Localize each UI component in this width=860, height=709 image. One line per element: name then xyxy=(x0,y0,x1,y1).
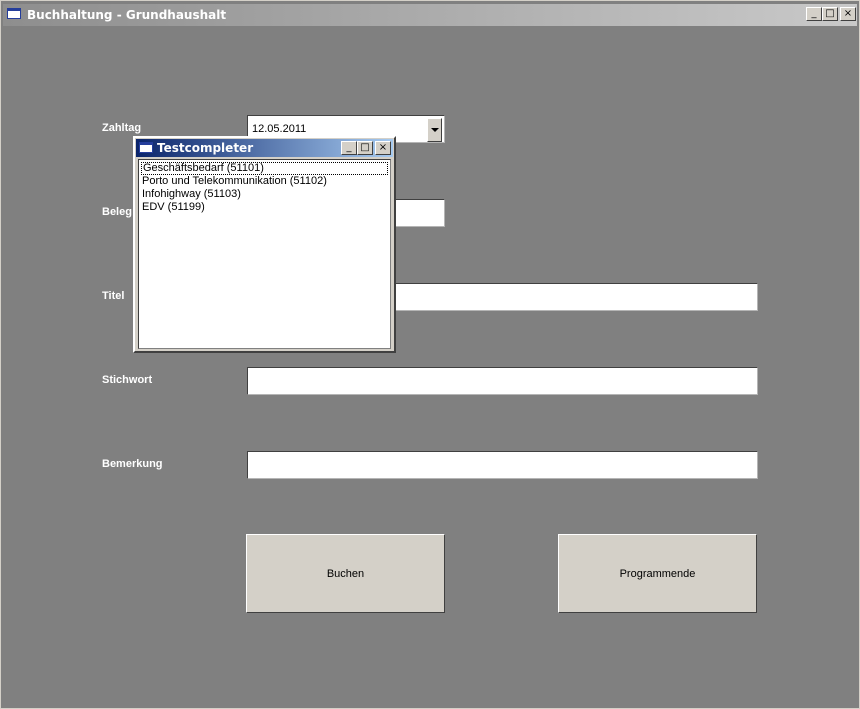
minimize-button[interactable]: _ xyxy=(806,7,822,21)
popup-title: Testcompleter xyxy=(157,141,254,155)
stichwort-field[interactable] xyxy=(247,367,758,395)
popup-close-button[interactable]: × xyxy=(375,141,391,155)
dropdown-arrow-icon[interactable] xyxy=(427,118,442,142)
list-item[interactable]: Infohighway (51103) xyxy=(141,188,241,201)
titel-label: Titel xyxy=(102,290,125,302)
list-item[interactable]: Porto und Telekommunikation (51102) xyxy=(141,175,327,188)
testcompleter-popup: Testcompleter _ □ × Geschäftsbedarf (511… xyxy=(133,136,396,353)
window-title: Buchhaltung - Grundhaushalt xyxy=(27,8,227,22)
main-window: Buchhaltung - Grundhaushalt _ □ × Zahlta… xyxy=(0,0,860,709)
bemerkung-label: Bemerkung xyxy=(102,458,163,470)
popup-maximize-button[interactable]: □ xyxy=(357,141,373,155)
beleg-label: Beleg xyxy=(102,206,132,218)
list-item[interactable]: EDV (51199) xyxy=(141,201,205,214)
popup-title-bar[interactable]: Testcompleter _ □ × xyxy=(136,139,393,157)
buchen-button[interactable]: Buchen xyxy=(246,534,445,613)
zahltag-value: 12.05.2011 xyxy=(252,123,307,135)
zahltag-label: Zahltag xyxy=(102,122,142,134)
title-bar[interactable]: Buchhaltung - Grundhaushalt _ □ × xyxy=(3,4,857,26)
bemerkung-field[interactable] xyxy=(247,451,758,479)
close-button[interactable]: × xyxy=(840,7,856,21)
popup-minimize-button[interactable]: _ xyxy=(341,141,357,155)
programmende-button[interactable]: Programmende xyxy=(558,534,757,613)
maximize-button[interactable]: □ xyxy=(822,7,838,21)
completion-listbox[interactable]: Geschäftsbedarf (51101) Porto und Teleko… xyxy=(138,159,391,349)
popup-window-icon xyxy=(139,142,153,153)
stichwort-label: Stichwort xyxy=(102,374,153,386)
list-item[interactable]: Geschäftsbedarf (51101) xyxy=(141,162,388,175)
app-window-icon xyxy=(7,8,21,19)
